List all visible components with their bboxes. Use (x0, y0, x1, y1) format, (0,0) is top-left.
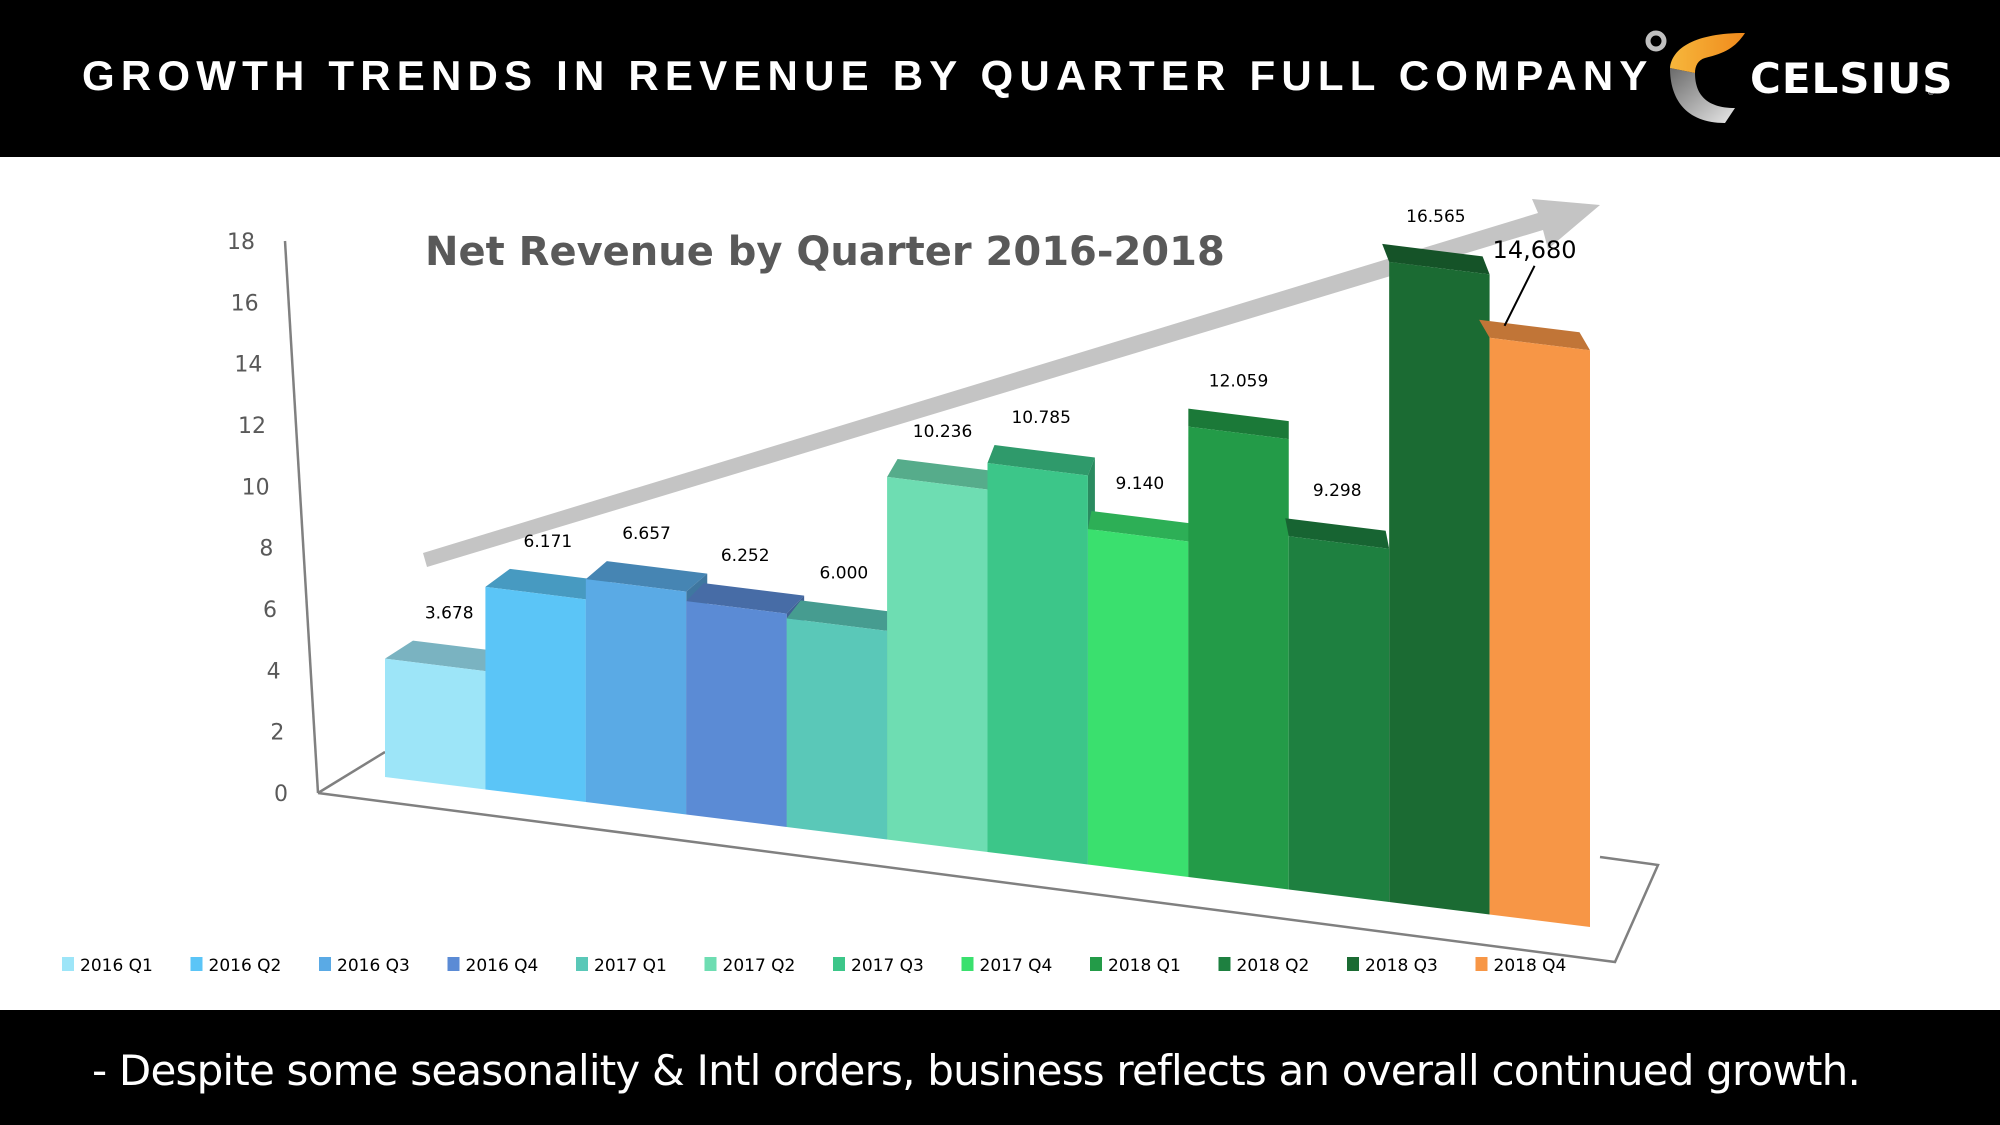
data-label: 14,680 (1493, 236, 1577, 264)
legend-item: 2016 Q2 (209, 956, 282, 976)
bar-2018-q3 (1389, 261, 1490, 915)
legend-item: 2016 Q4 (466, 956, 539, 976)
data-label: 10.236 (913, 422, 972, 442)
data-label: 3.678 (425, 604, 474, 624)
legend-item: 2016 Q3 (337, 956, 410, 976)
leader-line (1503, 265, 1536, 327)
y-tick-label: 12 (238, 414, 266, 439)
slide-title: GROWTH TRENDS IN REVENUE BY QUARTER FULL… (82, 52, 1654, 99)
legend-swatch (62, 957, 74, 971)
chart-title: Net Revenue by Quarter 2016-2018 (425, 229, 1225, 275)
y-tick-label: 14 (234, 353, 262, 378)
legend-swatch (319, 957, 331, 971)
revenue-chart: 0 2 4 6 8 10 12 14 16 18 3.678 6.171 6.657 6.252 6.00… (62, 199, 1660, 976)
data-label: 6.000 (820, 563, 869, 583)
legend-item: 2017 Q1 (594, 956, 667, 976)
chart-legend: 2016 Q1 2016 Q2 2016 Q3 2016 Q4 2017 Q1 2017 … (62, 956, 1566, 976)
bar-2018-q2 (1288, 536, 1390, 902)
y-tick-label: 2 (270, 721, 284, 746)
data-label: 10.785 (1011, 408, 1070, 428)
data-label: 6.252 (721, 546, 770, 566)
bar-2017-q2 (887, 476, 988, 852)
y-axis-line (283, 240, 320, 794)
legend-swatch (190, 957, 203, 971)
data-label: 9.298 (1313, 481, 1362, 501)
bar-2018-q4 (1489, 337, 1590, 927)
bar-2016-q1 (385, 658, 486, 790)
data-label: 16.565 (1406, 207, 1465, 227)
legend-item: 2018 Q2 (1237, 956, 1310, 976)
logo-text: CELSIUS (1750, 54, 1954, 103)
bar-2017-q1 (786, 618, 888, 840)
y-tick-label: 0 (274, 782, 288, 807)
legend-item: 2017 Q2 (723, 956, 796, 976)
legend-swatch (704, 957, 717, 971)
y-tick-label: 16 (231, 291, 259, 316)
y-tick-label: 8 (259, 537, 273, 562)
celsius-logo: CELSIUS ® (1640, 28, 1953, 138)
header-bar: GROWTH TRENDS IN REVENUE BY QUARTER FULL… (0, 0, 2000, 157)
legend-item: 2018 Q4 (1494, 956, 1567, 976)
y-tick-label: 4 (267, 659, 281, 684)
legend-item: 2018 Q3 (1365, 956, 1438, 976)
bar-2017-q3 (987, 463, 1088, 865)
data-label: 9.140 (1116, 474, 1165, 494)
bar-2016-q4 (686, 601, 787, 827)
legend-swatch (1090, 957, 1102, 971)
celsius-c-icon (1645, 30, 1745, 123)
legend-swatch (961, 957, 974, 971)
footer-bar: - Despite some seasonality & Intl orders… (0, 1010, 2000, 1125)
legend-swatch (576, 957, 588, 971)
data-label: 6.171 (524, 532, 573, 552)
legend-swatch (447, 957, 460, 971)
bar-2016-q3 (585, 579, 687, 815)
legend-swatch (833, 957, 845, 971)
y-tick-label: 6 (263, 598, 277, 623)
bar-2016-q2 (485, 586, 586, 802)
registered-mark: ® (1928, 88, 1934, 97)
legend-swatch (1218, 957, 1231, 971)
bar-2017-q4 (1087, 528, 1189, 877)
floor-side (317, 750, 386, 795)
legend-swatch (1475, 957, 1488, 971)
legend-item: 2017 Q4 (980, 956, 1053, 976)
y-tick-label: 18 (227, 230, 255, 255)
legend-item: 2016 Q1 (80, 956, 153, 976)
data-label: 6.657 (622, 524, 671, 544)
data-label: 12.059 (1209, 372, 1268, 392)
legend-item: 2017 Q3 (851, 956, 924, 976)
legend-swatch (1347, 957, 1359, 971)
bar-2018-q1 (1188, 426, 1289, 890)
legend-item: 2018 Q1 (1108, 956, 1181, 976)
footer-note: - Despite some seasonality & Intl orders… (92, 1046, 1861, 1095)
y-tick-label: 10 (242, 475, 270, 500)
